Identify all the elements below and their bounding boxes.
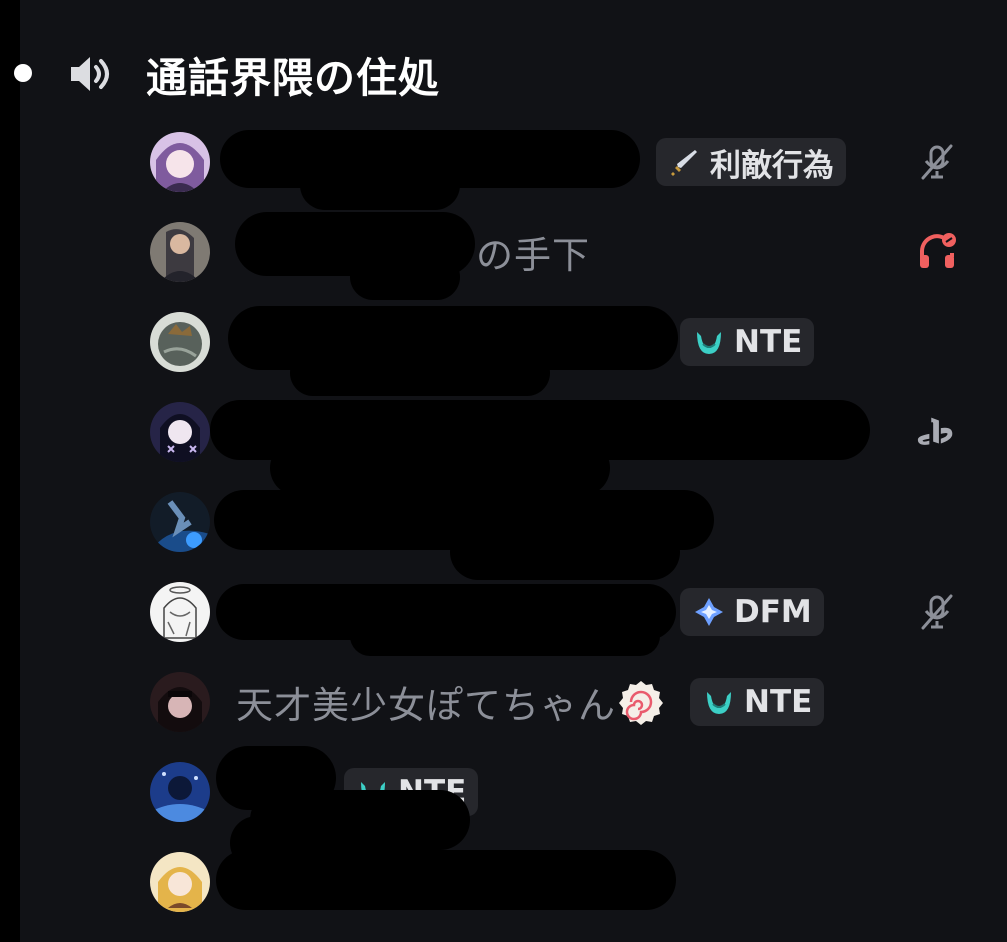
muted-mic-icon [915,592,959,632]
voice-member[interactable]: 天才美少女ぽてちゃん NTE [150,670,980,734]
voice-member[interactable] [150,816,980,914]
avatar[interactable] [150,402,210,462]
voice-member[interactable]: DFM [150,580,980,656]
member-name: 天才美少女ぽてちゃん [236,684,616,727]
redaction-mark [350,254,460,300]
avatar[interactable] [150,222,210,282]
redaction-mark [270,440,610,496]
nte-icon [692,325,726,359]
activity-badge[interactable]: NTE [680,318,815,366]
voice-member[interactable]: 利敵行為 [150,130,980,210]
badge-label: 利敵行為 [710,147,834,184]
voice-member[interactable]: NTE [150,306,980,396]
redaction-mark [230,816,430,870]
sword-icon [668,145,702,179]
speaker-icon [66,52,116,96]
redaction-mark [290,350,550,396]
avatar[interactable] [150,312,210,372]
redaction-mark [450,524,680,580]
voice-member[interactable] [150,400,980,496]
badge-label: NTE [734,324,803,360]
avatar[interactable] [150,132,210,192]
voice-channel-panel: 通話界隈の住処 利敵行為 の手下 NTE DFM 天才美少女ぽてちゃん NTE [0,0,1007,942]
badge-label: DFM [734,594,812,630]
dfm-icon [692,595,726,629]
avatar[interactable] [150,672,210,732]
unread-indicator [14,64,32,82]
avatar[interactable] [150,582,210,642]
voice-member[interactable] [150,490,980,580]
avatar[interactable] [150,762,210,822]
voice-member[interactable]: NTE [150,746,980,850]
redaction-mark [300,160,460,210]
avatar[interactable] [150,852,210,912]
muted-mic-icon [915,142,959,182]
badge-label: NTE [744,684,813,720]
avatar[interactable] [150,492,210,552]
naruto-cake-emoji [618,679,664,725]
voice-member[interactable]: の手下 [150,212,980,300]
nte-icon [702,685,736,719]
playstation-icon [915,412,959,452]
activity-badge[interactable]: NTE [690,678,825,726]
channel-name: 通話界隈の住処 [146,54,440,102]
activity-badge[interactable]: 利敵行為 [656,138,846,186]
redaction-mark [350,616,660,656]
member-name: の手下 [476,234,590,277]
deafened-headset-icon [915,232,959,272]
activity-badge[interactable]: DFM [680,588,824,636]
server-rail [0,0,20,942]
voice-channel-header[interactable]: 通話界隈の住処 [66,44,440,104]
